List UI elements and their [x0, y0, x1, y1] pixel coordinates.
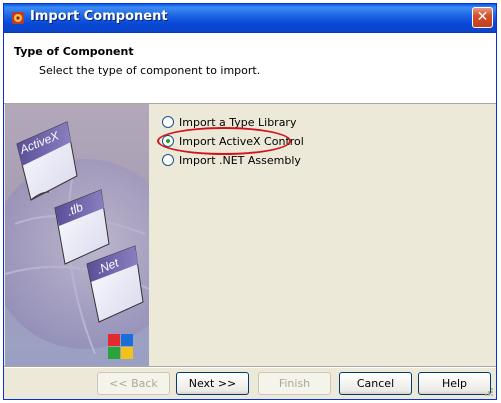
window-title: Import Component: [30, 9, 168, 24]
page-subtitle: Select the type of component to import.: [39, 64, 261, 77]
close-button[interactable]: ✕: [472, 7, 493, 28]
app-icon: [12, 12, 24, 24]
back-button[interactable]: << Back: [97, 372, 170, 395]
next-button[interactable]: Next >>: [176, 372, 249, 395]
title-bar[interactable]: Import Component ✕: [4, 4, 496, 33]
close-icon: ✕: [476, 9, 489, 25]
wizard-illustration: ActiveX .tlb .Net: [5, 104, 149, 366]
page-title: Type of Component: [14, 45, 134, 58]
option-label: Import .NET Assembly: [179, 153, 301, 167]
footer-divider: [4, 366, 496, 368]
wizard-header: Type of Component Select the type of com…: [4, 33, 496, 104]
highlight-ellipse: [157, 127, 291, 155]
resize-grip-icon[interactable]: [484, 387, 494, 397]
radio-button[interactable]: [162, 154, 174, 166]
help-button[interactable]: Help: [418, 372, 491, 395]
finish-button[interactable]: Finish: [258, 372, 331, 395]
illustration-graphic: ActiveX .tlb .Net: [5, 121, 149, 359]
cancel-button[interactable]: Cancel: [339, 372, 412, 395]
radio-button[interactable]: [162, 116, 174, 128]
import-component-window: Import Component ✕ Type of Component Sel…: [3, 3, 497, 400]
